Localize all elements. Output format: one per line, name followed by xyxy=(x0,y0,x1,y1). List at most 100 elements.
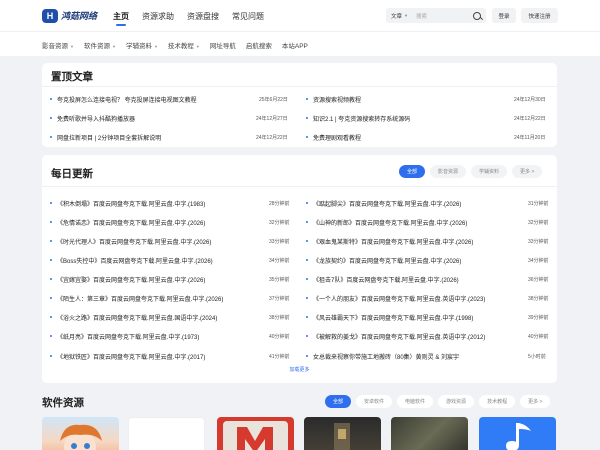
subnav-qihang-search[interactable]: 启航搜索 xyxy=(246,40,272,50)
nav-disk-search[interactable]: 资源盘搜 xyxy=(187,11,219,22)
list-item-title: 《积木倒塌》百度云网盘夸克下载.阿里云盘.中字.(1983) xyxy=(57,201,206,208)
blank-thumb[interactable] xyxy=(128,417,205,450)
bullet-dot xyxy=(306,278,308,280)
list-item[interactable]: 免费理剧观看教程 xyxy=(306,132,361,142)
list-item[interactable]: 网盘拉新项目 | 2分钟项目全套拆解说明 xyxy=(50,132,161,142)
dark-scene-thumb[interactable] xyxy=(391,417,468,450)
list-item-time: 41分钟前 xyxy=(269,354,290,360)
list-item-time: 40分钟前 xyxy=(269,334,290,340)
list-item[interactable]: 资源搜索视频教程 xyxy=(306,94,361,104)
subnav-software[interactable]: 软件资源 ▼ xyxy=(84,40,116,50)
blue-music-thumb[interactable] xyxy=(479,417,556,450)
list-item-title: 知识2.1 | 夸克资源搜索转存系统源码 xyxy=(313,116,411,123)
bullet-dot xyxy=(306,335,308,337)
list-item-time: 5小时前 xyxy=(528,354,546,360)
daily-title: 每日更新 xyxy=(51,168,93,180)
list-item-time: 37分钟前 xyxy=(269,296,290,302)
tab-android[interactable]: 安卓软件 xyxy=(356,395,393,408)
list-item[interactable]: 《狙击7队》百度云网盘夸克下载.阿里云盘.中字.(2026) xyxy=(306,274,459,284)
bullet-dot xyxy=(306,202,308,204)
list-item[interactable]: 知识2.1 | 夸克资源搜索转存系统源码 xyxy=(306,113,410,123)
tab-media[interactable]: 影音资源 xyxy=(430,165,467,178)
subnav-media[interactable]: 影音资源 ▼ xyxy=(42,40,74,50)
load-more-link[interactable]: 加载更多 xyxy=(42,366,557,373)
bullet-dot xyxy=(306,98,308,100)
tab-study[interactable]: 学辅资料 xyxy=(471,165,508,178)
list-item-title: 免费理剧观看教程 xyxy=(313,135,362,142)
list-item[interactable]: 女总裁来视察你带施工地搬砖（80集）黄则灵 & 刘宸宇 xyxy=(306,351,459,361)
site-logo[interactable]: H 鸿菇网络 xyxy=(42,8,97,23)
tab-tutorials[interactable]: 技术教程 xyxy=(479,395,516,408)
bullet-dot xyxy=(50,221,52,223)
tab-games[interactable]: 游戏资源 xyxy=(438,395,475,408)
list-item-time: 33分钟前 xyxy=(269,239,290,245)
list-item-title: 《危情诺恋》百度云网盘夸克下载.阿里云盘.中字.(2026) xyxy=(57,220,206,227)
search-icon[interactable] xyxy=(473,11,481,20)
tab-more[interactable]: 更多 > xyxy=(512,165,543,178)
nav-faq[interactable]: 常见问题 xyxy=(232,11,264,22)
daily-tabs: 全部 影音资源 学辅资料 更多 > xyxy=(399,165,543,178)
music-note-icon xyxy=(506,423,531,450)
list-item-title: 《龙族契约》百度云网盘夸克下载.阿里云盘.中字.(2026) xyxy=(313,258,462,265)
login-button[interactable]: 登录 xyxy=(492,8,516,23)
game-scene-icon xyxy=(334,423,350,450)
list-item-title: 网盘拉新项目 | 2分钟项目全套拆解说明 xyxy=(57,135,162,142)
red-m-logo-thumb[interactable] xyxy=(217,417,294,450)
register-button[interactable]: 快速注册 xyxy=(521,8,558,23)
list-item-time: 31分钟前 xyxy=(528,201,549,207)
subnav-study[interactable]: 学辅资料 ▼ xyxy=(126,40,158,50)
list-item-title: 《宜嫁宜娶》百度云网盘夸克下载.阿里云盘.中字.(2026) xyxy=(57,277,206,284)
tab-more[interactable]: 更多 > xyxy=(520,395,551,408)
list-item[interactable]: 《地狱铁匠》百度云网盘夸克下载.阿里云盘.中字.(2017) xyxy=(50,351,205,361)
bullet-dot xyxy=(50,202,52,204)
tab-all[interactable]: 全部 xyxy=(325,395,352,408)
list-item[interactable]: 《一个人的朋友》百度云网盘夸克下载.阿里云盘.英语中字.(2023) xyxy=(306,293,485,303)
list-item[interactable]: 夸克投屏怎么连接电视？ 夸克投屏连接电视图文教程 xyxy=(50,94,197,104)
list-item[interactable]: 《危情诺恋》百度云网盘夸克下载.阿里云盘.中字.(2026) xyxy=(50,217,205,227)
search-box: 文章 ▼ 搜索 xyxy=(386,8,486,23)
bullet-dot xyxy=(50,316,52,318)
logo-mark: H xyxy=(42,8,58,23)
list-item[interactable]: 《时光代理人》百度云网盘夸克下载.阿里云盘.中字.(2026) xyxy=(50,236,211,246)
bullet-dot xyxy=(306,136,308,138)
list-item-date: 24年12月22日 xyxy=(514,116,546,122)
dark-game-thumb[interactable] xyxy=(304,417,381,450)
list-item[interactable]: 《被解救的姜戈》百度云网盘夸克下载.阿里云盘.英语中字.(2012) xyxy=(306,331,485,341)
subnav-app[interactable]: 本站APP xyxy=(282,40,308,50)
bullet-dot xyxy=(50,240,52,242)
list-item-title: 《时光代理人》百度云网盘夸克下载.阿里云盘.中字.(2026) xyxy=(57,239,212,246)
tab-all[interactable]: 全部 xyxy=(399,165,426,178)
list-item[interactable]: 免费听歌并导入抖酷狗播放器 xyxy=(50,113,135,123)
list-item[interactable]: 《山神的新郎》百度云网盘夸克下载.阿里云盘.中字.(2026) xyxy=(306,217,467,227)
list-item-title: 《艰血鬼某斯特》百度云网盘夸克下载.阿里云盘.中字.(2026) xyxy=(313,239,474,246)
list-item[interactable]: 《踮起脚尖》百度云网盘夸克下载.阿里云盘.中字.(2026) xyxy=(306,198,461,208)
list-item[interactable]: 《积木倒塌》百度云网盘夸克下载.阿里云盘.中字.(1983) xyxy=(50,198,205,208)
list-item-time: 35分钟前 xyxy=(269,277,290,283)
nav-help-request[interactable]: 资源求助 xyxy=(142,11,174,22)
list-item[interactable]: 《Boss失控中》百度云网盘夸克下载.阿里云盘.中字.(2026) xyxy=(50,255,213,265)
list-item[interactable]: 《风云雄霸天下》百度云网盘夸克下载.阿里云盘.中字.(1998) xyxy=(306,312,473,322)
list-item-time: 39分钟前 xyxy=(528,315,549,321)
search-scope-select[interactable]: 文章 xyxy=(391,12,402,20)
list-item[interactable]: 《艰血鬼某斯特》百度云网盘夸克下载.阿里云盘.中字.(2026) xyxy=(306,236,473,246)
list-item-date: 24年12月27日 xyxy=(256,116,288,122)
list-item[interactable]: 《陌生人：第三章》百度云网盘夸克下载.阿里云盘.中字.(2026) xyxy=(50,293,223,303)
search-input[interactable]: 搜索 xyxy=(416,12,473,20)
list-item-time: 28分钟前 xyxy=(269,201,290,207)
list-item-title: 女总裁来视察你带施工地搬砖（80集）黄则灵 & 刘宸宇 xyxy=(313,354,460,361)
list-item-time: 38分钟前 xyxy=(269,315,290,321)
list-item-title: 《踮起脚尖》百度云网盘夸克下载.阿里云盘.中字.(2026) xyxy=(313,201,462,208)
anime-avatar-thumb[interactable] xyxy=(42,417,119,450)
list-item-title: 《纸月亮》百度云网盘夸克下载.阿里云盘.中字.(1973) xyxy=(57,334,200,341)
list-item[interactable]: 《纸月亮》百度云网盘夸克下载.阿里云盘.中字.(1973) xyxy=(50,331,199,341)
list-item[interactable]: 《龙族契约》百度云网盘夸克下载.阿里云盘.中字.(2026) xyxy=(306,255,461,265)
bullet-dot xyxy=(50,136,52,138)
list-item[interactable]: 《浴火之路》百度云网盘夸克下载.阿里云盘.国语中字.(2024) xyxy=(50,312,217,322)
subnav-directory[interactable]: 网址导航 xyxy=(210,40,236,50)
bullet-dot xyxy=(306,297,308,299)
nav-home[interactable]: 主页 xyxy=(113,11,129,26)
list-item[interactable]: 《宜嫁宜娶》百度云网盘夸克下载.阿里云盘.中字.(2026) xyxy=(50,274,205,284)
bullet-dot xyxy=(50,98,52,100)
subnav-tutorials[interactable]: 技术教程 ▼ xyxy=(168,40,200,50)
tab-pc[interactable]: 电脑软件 xyxy=(397,395,434,408)
